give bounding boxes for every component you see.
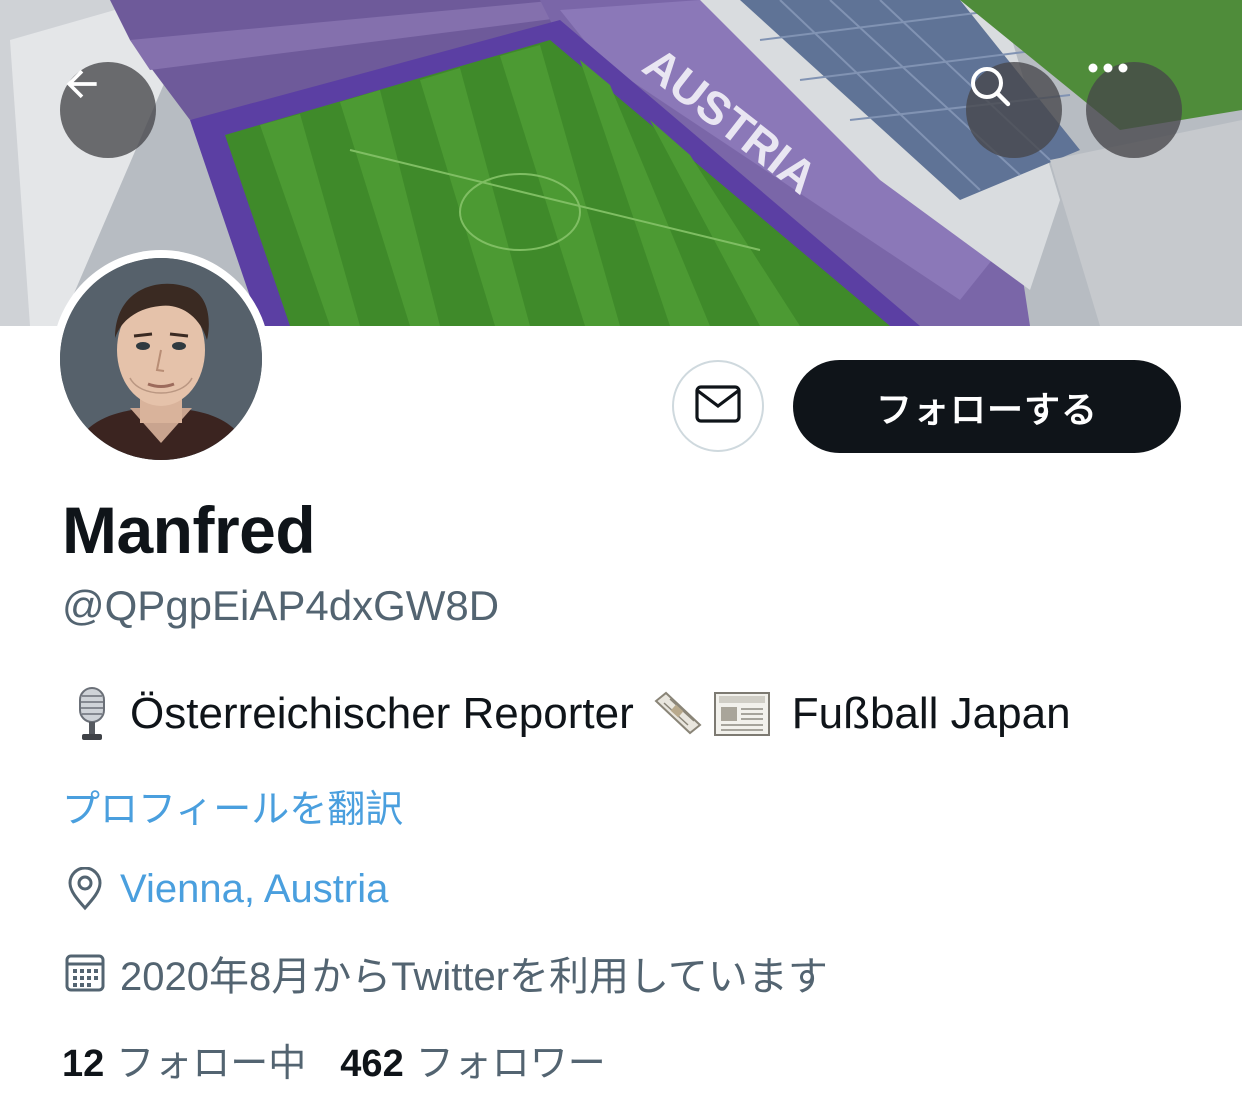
bio: Österreichischer Reporter Fußball Japan [62,684,1071,744]
location-pin-icon [62,866,108,912]
microphone-icon [62,684,122,744]
back-button[interactable] [60,62,156,158]
message-button[interactable] [672,360,764,452]
rolled-newspaper-icon [648,684,708,744]
avatar-photo [60,258,262,460]
location: Vienna, Austria [62,866,388,912]
following-label: フォロー中 [116,1043,307,1085]
user-handle: @QPgpEiAP4dxGW8D [62,582,500,629]
bio-trailing-text: Fußball Japan [791,689,1071,738]
envelope-icon [695,384,741,429]
more-options-button[interactable] [1086,62,1182,158]
join-date: 2020年8月からTwitterを利用しています [62,944,828,1002]
join-date-text: 2020年8月からTwitterを利用しています [120,955,828,999]
location-link[interactable]: Vienna, Austria [120,867,388,912]
avatar[interactable] [52,250,270,468]
followers-label: フォロワー [415,1043,606,1085]
followers-link[interactable]: 462 フォロワー [340,1032,605,1087]
following-count: 12 [62,1043,105,1085]
newspaper-icon [712,684,772,744]
followers-count: 462 [340,1043,404,1085]
calendar-icon [62,950,108,996]
translate-profile-link[interactable]: プロフィールを翻訳 [62,778,403,833]
display-name: Manfred [62,493,316,567]
following-link[interactable]: 12 フォロー中 [62,1032,306,1087]
search-button[interactable] [966,62,1062,158]
follow-button[interactable]: フォローする [793,360,1181,453]
follow-stats: 12 フォロー中 462 フォロワー [62,1032,606,1087]
bio-text: Österreichischer Reporter [130,689,634,738]
